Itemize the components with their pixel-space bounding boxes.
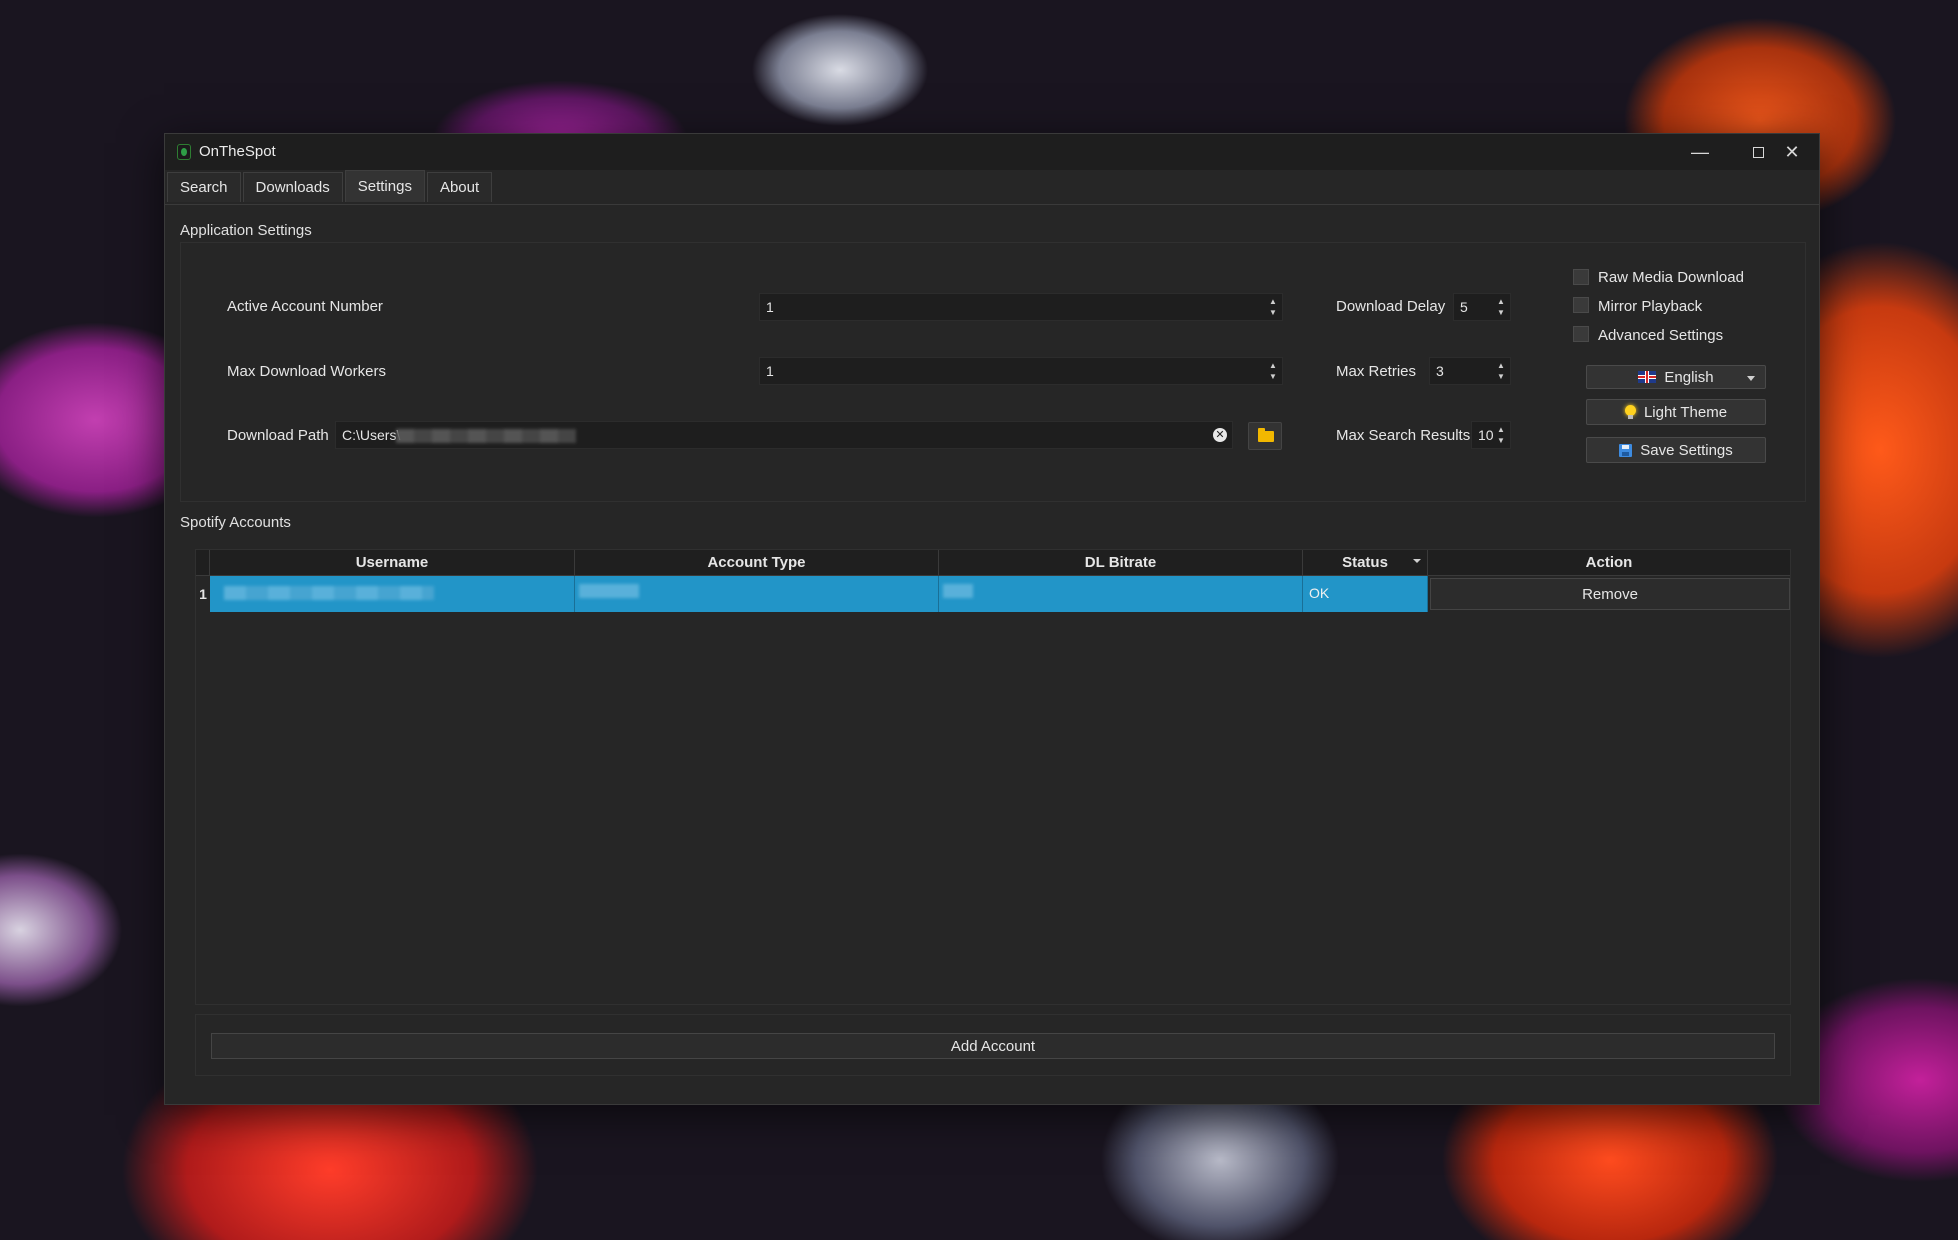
tab-bar: Search Downloads Settings About: [167, 170, 494, 202]
active-account-number-value: 1: [766, 299, 774, 315]
download-delay-value: 5: [1460, 299, 1468, 315]
redacted-bitrate: [943, 584, 973, 598]
uk-flag-icon: [1638, 371, 1657, 383]
active-account-number-label: Active Account Number: [227, 298, 383, 315]
chevron-down-icon: [1747, 376, 1755, 381]
tab-divider: [165, 204, 1819, 205]
download-path-label: Download Path: [227, 427, 329, 444]
spin-up-icon[interactable]: ▲: [1265, 360, 1281, 371]
username-cell[interactable]: [210, 576, 575, 612]
tab-downloads[interactable]: Downloads: [242, 172, 343, 202]
spin-down-icon[interactable]: ▼: [1493, 435, 1509, 446]
max-retries-label: Max Retries: [1336, 363, 1417, 380]
download-delay-label: Download Delay: [1336, 298, 1446, 315]
remove-account-button[interactable]: Remove: [1430, 578, 1790, 610]
add-account-group: Add Account: [195, 1014, 1791, 1076]
spin-up-icon[interactable]: ▲: [1493, 424, 1509, 435]
max-search-results-spinbox[interactable]: 10 ▲ ▼: [1471, 421, 1511, 449]
spin-down-icon[interactable]: ▼: [1265, 307, 1281, 318]
app-window: OnTheSpot — ✕ Search Downloads Settings …: [164, 133, 1820, 1105]
max-retries-spinbox[interactable]: 3 ▲ ▼: [1429, 357, 1511, 385]
clear-path-icon[interactable]: ✕: [1213, 428, 1227, 442]
light-theme-label: Light Theme: [1643, 403, 1728, 421]
mirror-playback-label: Mirror Playback: [1598, 298, 1703, 315]
spin-up-icon[interactable]: ▲: [1265, 296, 1281, 307]
add-account-button[interactable]: Add Account: [211, 1033, 1775, 1059]
raw-media-download-label: Raw Media Download: [1598, 269, 1744, 286]
table-header: Username Account Type DL Bitrate Status …: [196, 550, 1790, 576]
redacted-account-type: [579, 584, 639, 598]
language-value: English: [1664, 368, 1714, 386]
column-action[interactable]: Action: [1428, 550, 1790, 576]
folder-icon: [1258, 428, 1274, 442]
spin-up-icon[interactable]: ▲: [1493, 360, 1509, 371]
download-path-value: C:\Users\: [342, 427, 401, 443]
header-corner: [196, 550, 210, 576]
spin-down-icon[interactable]: ▼: [1265, 371, 1281, 382]
browse-folder-button[interactable]: [1248, 422, 1282, 450]
max-retries-value: 3: [1436, 363, 1444, 379]
minimize-icon[interactable]: —: [1671, 134, 1729, 170]
status-value: OK: [1309, 585, 1330, 601]
column-status[interactable]: Status: [1303, 550, 1428, 576]
redacted-username: [224, 586, 434, 600]
spin-down-icon[interactable]: ▼: [1493, 371, 1509, 382]
light-theme-button[interactable]: Light Theme: [1586, 399, 1766, 425]
download-path-field[interactable]: C:\Users\: [335, 421, 1233, 449]
application-settings-heading: Application Settings: [180, 222, 312, 239]
window-title: OnTheSpot: [199, 143, 276, 160]
max-download-workers-spinbox[interactable]: 1 ▲ ▼: [759, 357, 1283, 385]
download-delay-spinbox[interactable]: 5 ▲ ▼: [1453, 293, 1511, 321]
active-account-number-spinbox[interactable]: 1 ▲ ▼: [759, 293, 1283, 321]
app-logo-icon: [177, 144, 191, 160]
spin-down-icon[interactable]: ▼: [1493, 307, 1509, 318]
raw-media-download-checkbox[interactable]: [1573, 269, 1589, 285]
lightbulb-icon: [1624, 405, 1636, 419]
sort-indicator-icon: [1413, 559, 1421, 563]
spin-up-icon[interactable]: ▲: [1493, 296, 1509, 307]
save-settings-label: Save Settings: [1640, 441, 1733, 459]
table-row[interactable]: 1 OK Remove: [196, 576, 1790, 612]
account-type-cell[interactable]: [575, 576, 939, 612]
close-icon[interactable]: ✕: [1763, 134, 1821, 170]
redacted-path: [396, 429, 576, 443]
save-settings-button[interactable]: Save Settings: [1586, 437, 1766, 463]
max-search-results-value: 10: [1478, 427, 1494, 443]
tab-settings[interactable]: Settings: [344, 170, 425, 202]
mirror-playback-checkbox[interactable]: [1573, 297, 1589, 313]
status-cell[interactable]: OK: [1303, 576, 1428, 612]
max-search-results-label: Max Search Results: [1336, 427, 1471, 444]
advanced-settings-checkbox[interactable]: [1573, 326, 1589, 342]
tab-about[interactable]: About: [426, 172, 493, 202]
advanced-settings-label: Advanced Settings: [1598, 327, 1724, 344]
spotify-accounts-heading: Spotify Accounts: [180, 514, 291, 531]
column-dl-bitrate[interactable]: DL Bitrate: [939, 550, 1303, 576]
dl-bitrate-cell[interactable]: [939, 576, 1303, 612]
row-number: 1: [199, 586, 207, 602]
max-download-workers-label: Max Download Workers: [227, 363, 386, 380]
column-status-label: Status: [1342, 554, 1388, 571]
max-download-workers-value: 1: [766, 363, 774, 379]
column-account-type[interactable]: Account Type: [575, 550, 939, 576]
column-username[interactable]: Username: [210, 550, 575, 576]
tab-search[interactable]: Search: [167, 172, 241, 202]
save-icon: [1619, 443, 1633, 457]
accounts-table: Username Account Type DL Bitrate Status …: [195, 549, 1791, 1005]
title-bar: OnTheSpot — ✕: [165, 134, 1819, 170]
language-select[interactable]: English: [1586, 365, 1766, 389]
